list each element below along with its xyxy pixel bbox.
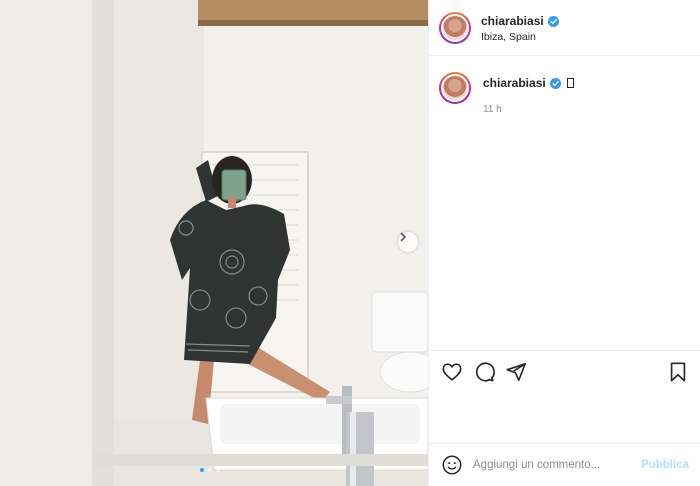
chevron-right-icon <box>400 232 407 242</box>
verified-badge-icon <box>547 15 559 27</box>
action-bar <box>429 350 700 392</box>
comment-bubble-icon <box>475 362 495 382</box>
missing-glyph-icon <box>566 78 574 88</box>
carousel-dots <box>200 468 220 472</box>
username-link[interactable]: chiarabiasi <box>481 14 559 29</box>
bookmark-icon <box>670 361 686 382</box>
mirror-selfie-image <box>0 0 428 486</box>
location-link[interactable]: Ibiza, Spain <box>481 31 559 44</box>
carousel-next-button[interactable] <box>398 232 418 252</box>
heart-icon <box>442 362 462 381</box>
carousel-dot <box>200 468 204 472</box>
caption: chiarabiasi 11 h <box>429 56 700 115</box>
comment-button[interactable] <box>473 361 495 383</box>
paper-plane-icon <box>506 362 526 381</box>
post-side-panel: chiarabiasi Ibiza, Spain chiarabiasi 11 … <box>428 0 700 486</box>
avatar[interactable] <box>439 11 471 44</box>
verified-badge-icon <box>549 77 561 89</box>
post-timestamp[interactable]: 11 h <box>483 104 574 115</box>
post-header: chiarabiasi Ibiza, Spain <box>429 0 700 56</box>
username-label: chiarabiasi <box>481 13 544 28</box>
save-button[interactable] <box>667 361 689 383</box>
carousel-dot <box>216 468 220 472</box>
like-button[interactable] <box>441 361 463 383</box>
smiley-icon[interactable] <box>441 454 463 476</box>
post-photo[interactable] <box>0 0 428 486</box>
publish-button[interactable]: Pubblica <box>641 459 689 471</box>
share-button[interactable] <box>505 361 527 383</box>
comment-input[interactable] <box>473 459 633 471</box>
caption-username-link[interactable]: chiarabiasi <box>483 76 546 90</box>
comment-bar: Pubblica <box>429 443 700 486</box>
carousel-dot <box>208 468 212 472</box>
avatar[interactable] <box>439 72 471 104</box>
